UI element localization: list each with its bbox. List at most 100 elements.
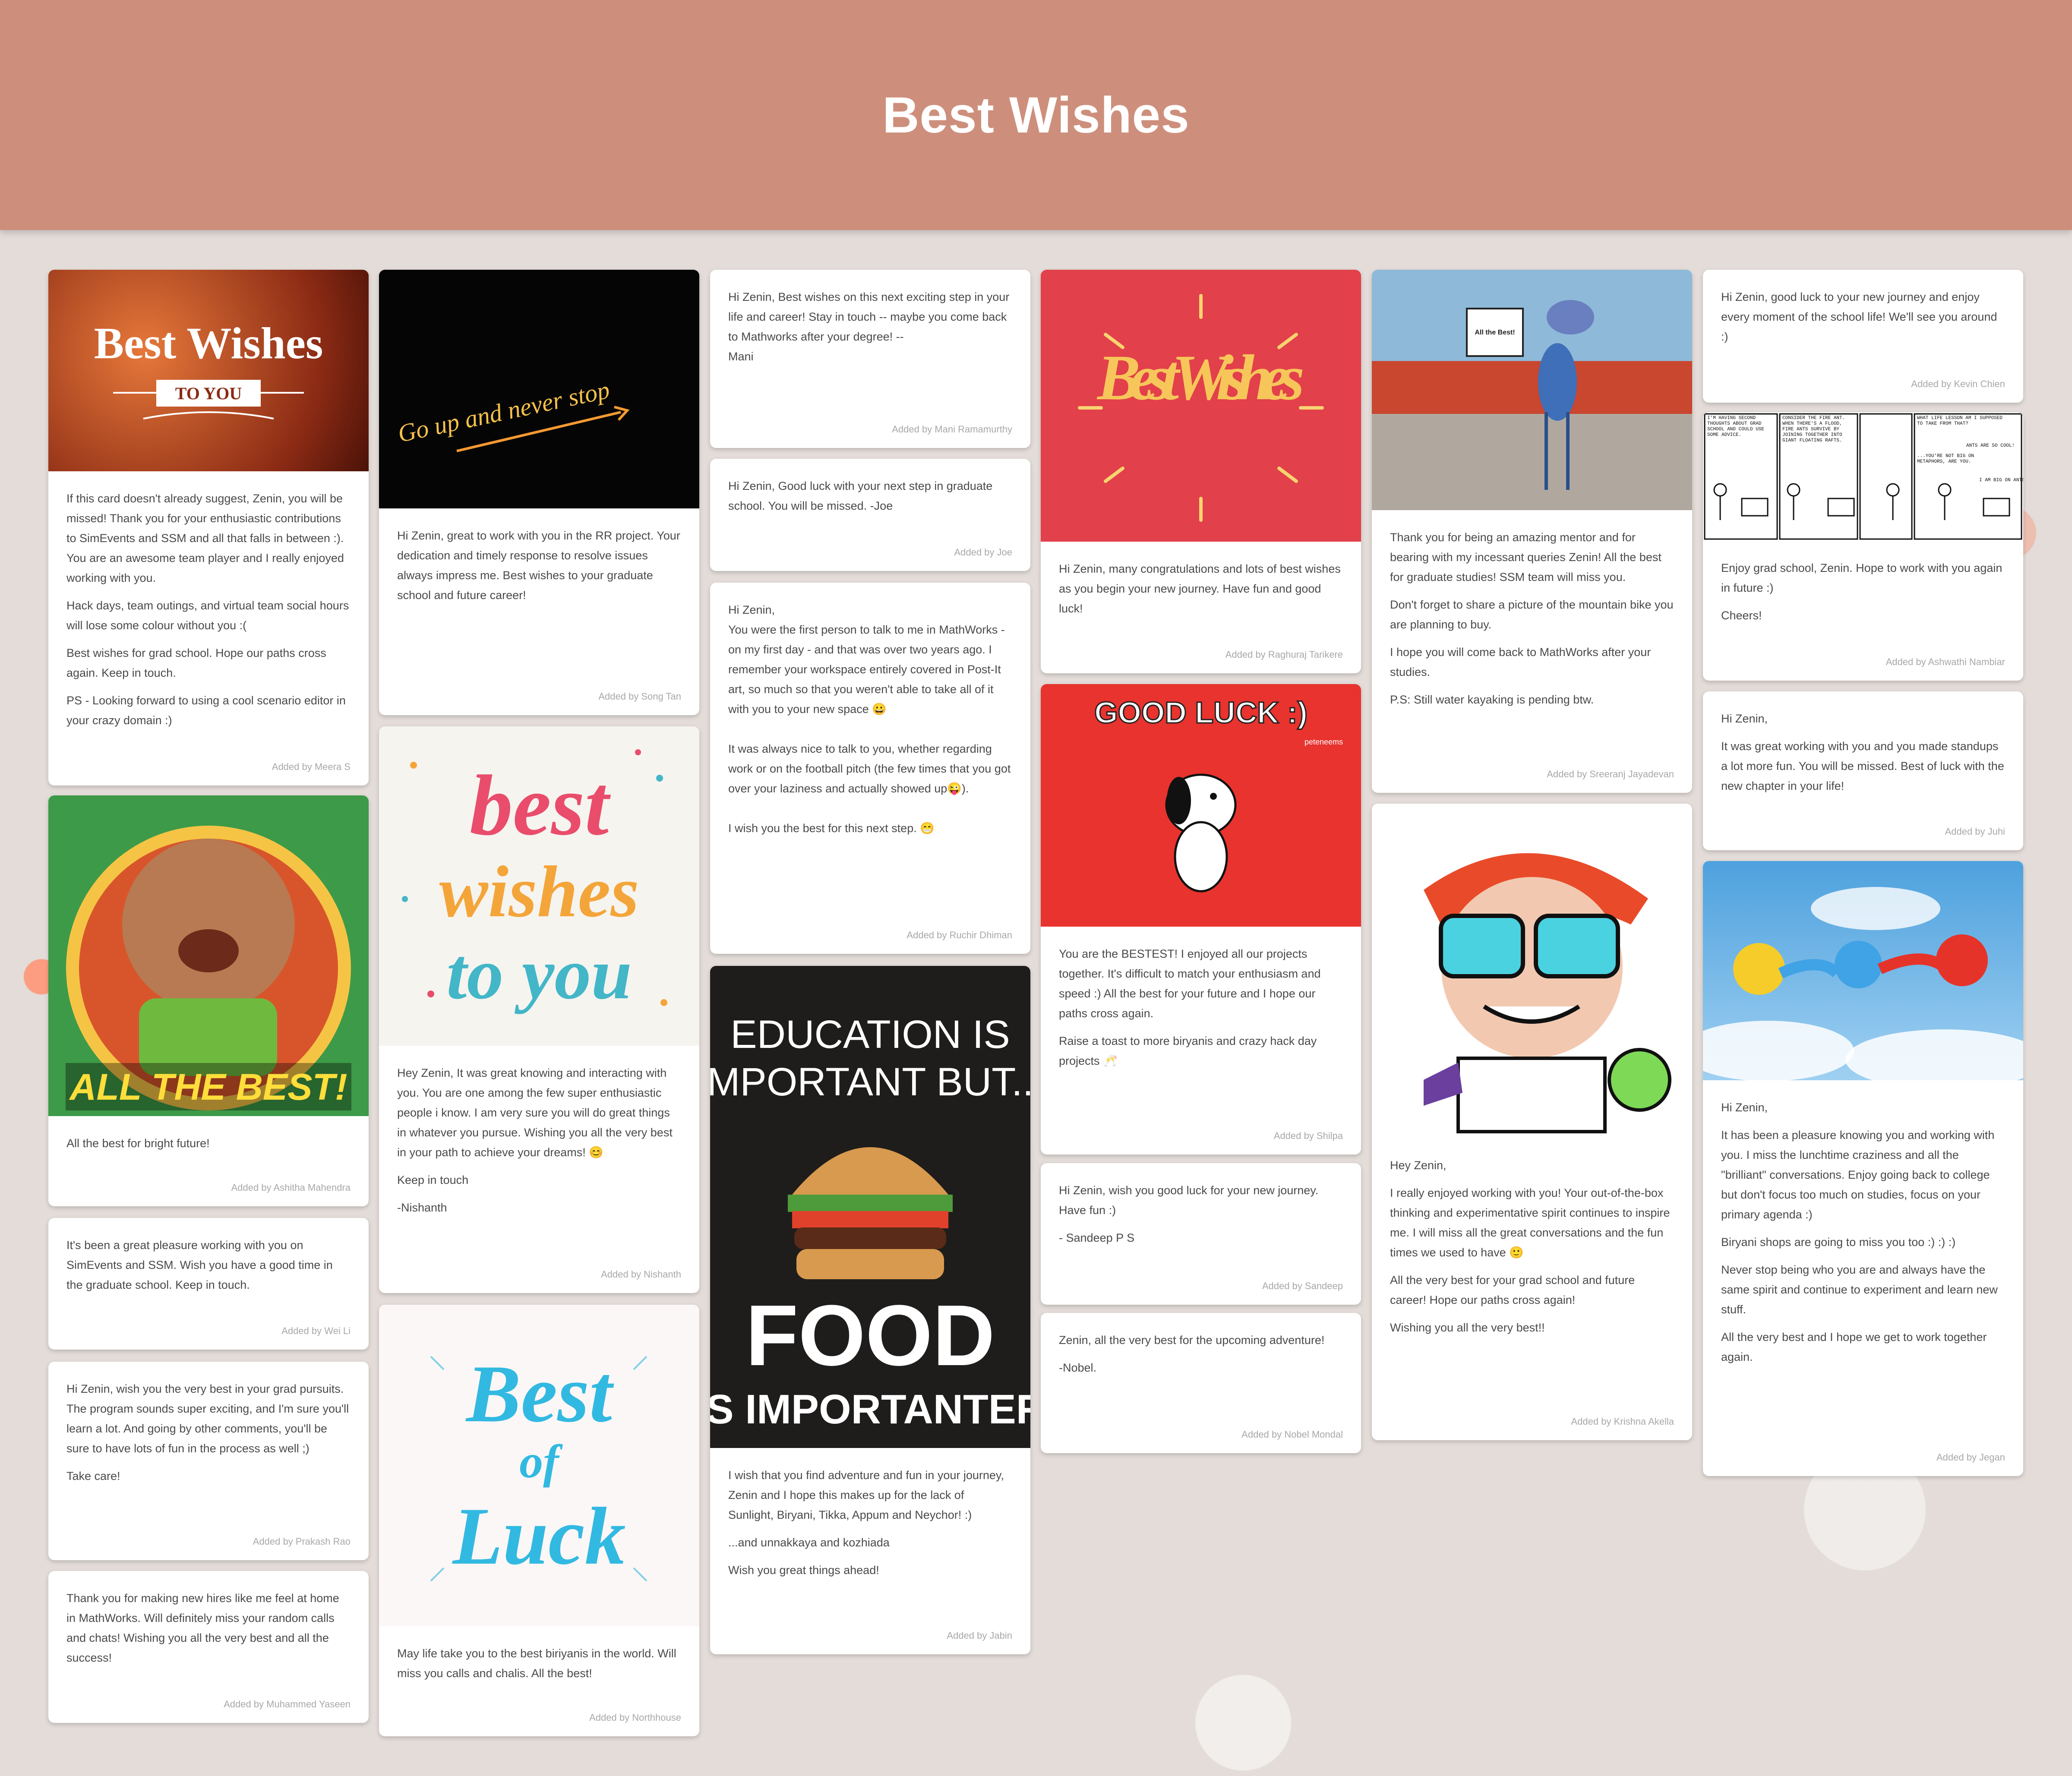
- good-luck-text: GOOD LUCK :): [1094, 696, 1308, 729]
- post-image-all-the-best-bear[interactable]: ALL THE BEST!: [48, 795, 369, 1116]
- post-text: If this card doesn't already suggest, Ze…: [66, 492, 344, 584]
- post-card-song[interactable]: Go up and never stop Hi Zenin, great to …: [379, 270, 699, 715]
- post-card-juhi[interactable]: Hi Zenin, It was great working with you …: [1703, 691, 2023, 850]
- post-author: Added by Wei Li: [281, 1325, 351, 1336]
- post-author: Added by Raghuraj Tarikere: [1225, 649, 1343, 660]
- post-author: Added by Juhi: [1945, 826, 2005, 837]
- post-author: Added by Jegan: [1936, 1452, 2005, 1463]
- post-text: I hope you will come back to MathWorks a…: [1390, 646, 1651, 678]
- post-text: Hi Zenin,: [1721, 1101, 1768, 1114]
- post-body: Hi Zenin, Good luck with your next step …: [710, 459, 1030, 516]
- post-text: Raise a toast to more biryanis and crazy…: [1059, 1035, 1317, 1067]
- post-text: You are the BESTEST! I enjoyed all our p…: [1059, 947, 1321, 1020]
- post-card-weili[interactable]: It's been a great pleasure working with …: [48, 1218, 369, 1350]
- post-card-nishanth[interactable]: best wishes to you Hey Zenin, It was gre…: [379, 726, 699, 1293]
- post-card-ashitha[interactable]: ALL THE BEST! All the best for bright fu…: [48, 795, 369, 1206]
- post-image-best-wishes-to-you[interactable]: Best Wishes TO YOU: [48, 270, 369, 471]
- post-text: Keep in touch: [397, 1173, 469, 1186]
- food-graphic: EDUCATION IS IMPORTANT BUT... FOOD IS IM…: [710, 1013, 1030, 1432]
- bear-graphic: ALL THE BEST!: [66, 826, 351, 1110]
- post-card-kevin[interactable]: Hi Zenin, good luck to your new journey …: [1703, 270, 2023, 403]
- post-text: May life take you to the best biriyanis …: [397, 1647, 676, 1680]
- food-line-2: IMPORTANT BUT...: [710, 1060, 1030, 1104]
- post-text: Cheers!: [1721, 609, 1762, 622]
- post-card-sandeep[interactable]: Hi Zenin, wish you good luck for your ne…: [1041, 1163, 1361, 1305]
- monkeys-graphic: [1703, 887, 2023, 1080]
- post-card-jabin[interactable]: EDUCATION IS IMPORTANT BUT... FOOD IS IM…: [710, 966, 1030, 1654]
- post-author: Added by Song Tan: [598, 691, 681, 702]
- post-text: Best wishes for grad school. Hope our pa…: [66, 647, 326, 679]
- post-author: Added by Muhammed Yaseen: [224, 1699, 351, 1710]
- best-wishes-red-graphic: Best Wishes: [1078, 294, 1324, 522]
- post-text: Hi Zenin, You were the first person to t…: [728, 603, 1005, 716]
- lettering-graphic: best wishes to you: [402, 749, 667, 1014]
- post-image-monkeys-sky[interactable]: [1703, 861, 2023, 1080]
- post-text: Hi Zenin, Best wishes on this next excit…: [728, 290, 1010, 363]
- post-card-northhouse[interactable]: Best of Luck May life take you to the be…: [379, 1305, 699, 1736]
- dexter-graphic: [1424, 853, 1671, 1133]
- post-author: Added by Sreeranj Jayadevan: [1547, 769, 1674, 779]
- post-card-prakash[interactable]: Hi Zenin, wish you the very best in your…: [48, 1362, 369, 1560]
- post-card-jegan[interactable]: Hi Zenin, It has been a pleasure knowing…: [1703, 861, 2023, 1476]
- lettering-of: of: [519, 1435, 563, 1488]
- post-image-neon[interactable]: Go up and never stop: [379, 270, 699, 508]
- all-the-best-text: ALL THE BEST!: [69, 1066, 347, 1108]
- post-image-road-runner[interactable]: All the Best!: [1372, 270, 1692, 510]
- post-author: Added by Krishna Akella: [1571, 1416, 1674, 1427]
- post-card-sreeranj[interactable]: All the Best! Thank you for being an ama…: [1372, 270, 1692, 793]
- post-image-food-is-importanter[interactable]: EDUCATION IS IMPORTANT BUT... FOOD IS IM…: [710, 966, 1030, 1448]
- food-line-3: FOOD: [745, 1287, 995, 1384]
- post-text: Never stop being who you are and always …: [1721, 1263, 1998, 1316]
- post-author: Added by Meera S: [272, 761, 351, 772]
- neon-graphic: Go up and never stop: [395, 375, 630, 452]
- post-text: Don't forget to share a picture of the m…: [1390, 598, 1674, 631]
- post-text: - Sandeep P S: [1059, 1231, 1135, 1244]
- post-text: All the very best and I hope we get to w…: [1721, 1331, 1987, 1363]
- comic-caption-6: I AM BIG ON ANTS.: [1979, 478, 2023, 483]
- post-text: Hey Zenin, It was great knowing and inte…: [397, 1066, 673, 1159]
- post-body: Hi Zenin, You were the first person to t…: [710, 583, 1030, 838]
- post-body: Thank you for being an amazing mentor an…: [1372, 510, 1692, 710]
- post-image-good-luck-snoopy[interactable]: GOOD LUCK :) peteneems: [1041, 684, 1361, 927]
- post-body: Hi Zenin, wish you the very best in your…: [48, 1362, 369, 1486]
- post-card-ashwathi[interactable]: I'M HAVING SECOND THOUGHTS ABOUT GRAD SC…: [1703, 412, 2023, 681]
- post-body: It's been a great pleasure working with …: [48, 1218, 369, 1295]
- post-body: If this card doesn't already suggest, Ze…: [48, 471, 369, 730]
- post-card-raghuraj[interactable]: Best Wishes Hi Zenin, many congratulatio…: [1041, 270, 1361, 673]
- post-image-best-wishes-red[interactable]: Best Wishes: [1041, 270, 1361, 542]
- post-card-meera[interactable]: Best Wishes TO YOU If this card doesn't …: [48, 270, 369, 785]
- image-credit: peteneems: [1304, 738, 1343, 746]
- post-image-best-wishes-to-you-lettering[interactable]: best wishes to you: [379, 726, 699, 1046]
- post-card-ruchir[interactable]: Hi Zenin, You were the first person to t…: [710, 583, 1030, 954]
- neon-text: Go up and never stop: [395, 375, 612, 448]
- post-author: Added by Kevin Chien: [1911, 379, 2005, 389]
- board-header: Best Wishes: [0, 0, 2072, 230]
- post-body: Thank you for making new hires like me f…: [48, 1571, 369, 1668]
- lettering-best-2: Best: [465, 1349, 614, 1439]
- post-body: Hi Zenin, many congratulations and lots …: [1041, 542, 1361, 618]
- post-image-dexter[interactable]: [1372, 804, 1692, 1138]
- post-card-krishna[interactable]: Hey Zenin, I really enjoyed working with…: [1372, 804, 1692, 1440]
- post-image-best-of-luck[interactable]: Best of Luck: [379, 1305, 699, 1626]
- post-text: Hi Zenin, many congratulations and lots …: [1059, 562, 1341, 615]
- post-text: Hi Zenin, wish you good luck for your ne…: [1059, 1184, 1319, 1217]
- comic-caption-4: ANTS ARE SO COOL!: [1966, 443, 2015, 448]
- post-image-xkcd-comic[interactable]: I'M HAVING SECOND THOUGHTS ABOUT GRAD SC…: [1703, 412, 2023, 541]
- post-card-mani[interactable]: Hi Zenin, Best wishes on this next excit…: [710, 270, 1030, 448]
- post-text: Hi Zenin,: [1721, 712, 1768, 725]
- post-body: I wish that you find adventure and fun i…: [710, 1448, 1030, 1580]
- post-body: Hey Zenin, It was great knowing and inte…: [379, 1046, 699, 1218]
- post-text: Biryani shops are going to miss you too …: [1721, 1236, 1956, 1249]
- post-card-shilpa[interactable]: GOOD LUCK :) peteneems You are the BESTE…: [1041, 684, 1361, 1155]
- post-text: Hi Zenin, wish you the very best in your…: [66, 1382, 349, 1455]
- post-author: Added by Ruchir Dhiman: [906, 930, 1012, 940]
- post-card-joe[interactable]: Hi Zenin, Good luck with your next step …: [710, 459, 1030, 571]
- post-card-nobel[interactable]: Zenin, all the very best for the upcomin…: [1041, 1313, 1361, 1453]
- post-text: Hi Zenin, good luck to your new journey …: [1721, 290, 1997, 343]
- comic-graphic: I'M HAVING SECOND THOUGHTS ABOUT GRAD SC…: [1704, 413, 2023, 540]
- comic-caption-5: ...YOU'RE NOT BIG ON METAPHORS, ARE YOU.: [1917, 454, 1974, 464]
- post-text: I wish you the best for this next step. …: [728, 822, 935, 835]
- best-of-luck-graphic: Best of Luck: [430, 1349, 648, 1582]
- post-card-yaseen[interactable]: Thank you for making new hires like me f…: [48, 1571, 369, 1723]
- board-title: Best Wishes: [882, 86, 1190, 144]
